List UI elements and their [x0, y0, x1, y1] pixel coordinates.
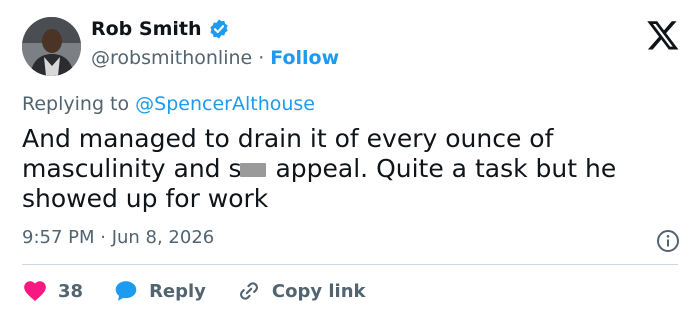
like-count: 38 [58, 280, 84, 302]
author-handle-row: @robsmithonline · Follow [91, 47, 339, 69]
copy-link-label: Copy link [271, 280, 366, 302]
replying-prefix: Replying to [22, 93, 130, 115]
avatar-image [22, 17, 81, 76]
separator-dot: · [258, 47, 265, 69]
timestamp[interactable]: 9:57 PM · Jun 8, 2026 [22, 227, 214, 248]
avatar[interactable] [22, 17, 81, 76]
like-button[interactable]: 38 [22, 278, 83, 304]
copy-link-button[interactable]: Copy link [236, 278, 366, 304]
author-name-row: Rob Smith [91, 18, 230, 40]
link-icon [239, 282, 258, 300]
replying-mention-link[interactable]: @SpencerAlthouse [135, 93, 315, 115]
x-logo-icon[interactable] [646, 18, 680, 52]
reply-button[interactable]: Reply [113, 278, 206, 304]
heart-icon [24, 281, 46, 302]
divider [22, 264, 678, 265]
info-icon[interactable] [656, 229, 680, 253]
speech-bubble-icon [115, 281, 137, 301]
author-handle[interactable]: @robsmithonline [91, 47, 252, 69]
author-name[interactable]: Rob Smith [91, 18, 202, 40]
tweet-text: And managed to drain it of every ounce o… [22, 124, 672, 214]
follow-button[interactable]: Follow [270, 47, 339, 69]
censor-bar [239, 163, 266, 177]
actions-bar: 38 Reply Copy link [22, 278, 396, 304]
reply-label: Reply [149, 280, 206, 302]
replying-to: Replying to @SpencerAlthouse [22, 93, 315, 115]
verified-badge-icon [209, 19, 228, 39]
